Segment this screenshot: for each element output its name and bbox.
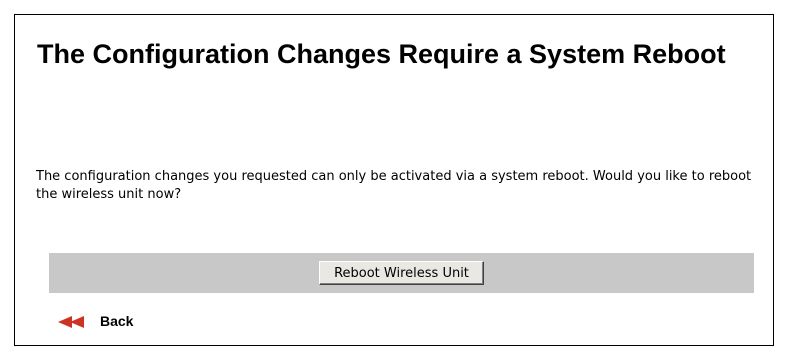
reboot-message: The configuration changes you requested … [36, 169, 752, 202]
back-label: Back [100, 313, 134, 329]
page-title: The Configuration Changes Require a Syst… [37, 39, 726, 69]
back-link[interactable]: Back [58, 313, 133, 329]
action-bar: Reboot Wireless Unit [49, 253, 754, 293]
reboot-wireless-unit-button[interactable]: Reboot Wireless Unit [319, 261, 484, 285]
double-arrow-left-icon [58, 315, 88, 328]
